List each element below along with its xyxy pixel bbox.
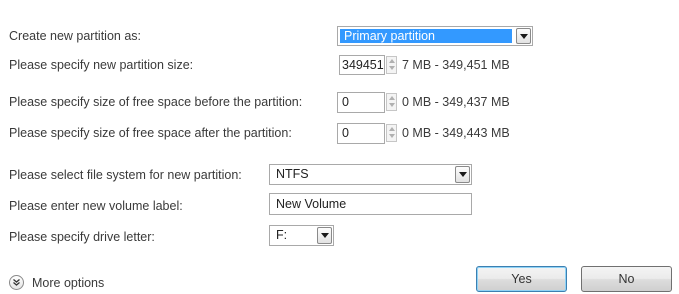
drive-letter-value: F: [276, 228, 288, 242]
space-after-spinner-icon[interactable] [386, 124, 397, 142]
drive-letter-select[interactable]: F: [269, 225, 334, 246]
no-button[interactable]: No [581, 266, 672, 292]
partition-size-range: 7 MB - 349,451 MB [402, 58, 510, 72]
space-before-input[interactable]: 0 [337, 92, 385, 113]
dropdown-arrow-icon[interactable] [455, 166, 470, 183]
partition-size-label: Please specify new partition size: [9, 58, 194, 72]
double-chevron-down-icon[interactable] [9, 275, 24, 290]
dropdown-arrow-icon[interactable] [317, 227, 332, 244]
partition-type-select[interactable]: Primary partition [337, 26, 533, 46]
space-before-spinner-icon[interactable] [386, 93, 397, 111]
space-before-range: 0 MB - 349,437 MB [402, 95, 510, 109]
file-system-select[interactable]: NTFS [269, 164, 472, 185]
file-system-label: Please select file system for new partit… [9, 168, 242, 182]
space-after-value: 0 [342, 126, 349, 140]
volume-label-value: New Volume [276, 197, 347, 211]
space-before-label: Please specify size of free space before… [9, 95, 303, 109]
space-before-value: 0 [342, 95, 349, 109]
partition-size-spinner-icon[interactable] [386, 56, 397, 74]
dropdown-arrow-icon[interactable] [516, 28, 531, 44]
partition-type-label: Create new partition as: [9, 29, 142, 43]
space-after-input[interactable]: 0 [337, 123, 385, 144]
space-after-range: 0 MB - 349,443 MB [402, 126, 510, 140]
volume-label-label: Please enter new volume label: [9, 199, 183, 213]
volume-label-input[interactable]: New Volume [269, 193, 472, 215]
yes-button[interactable]: Yes [476, 266, 567, 292]
more-options-link[interactable]: More options [32, 276, 104, 290]
partition-size-input[interactable]: 349451 [339, 55, 385, 75]
space-after-label: Please specify size of free space after … [9, 126, 292, 140]
partition-type-value: Primary partition [344, 29, 435, 43]
drive-letter-label: Please specify drive letter: [9, 230, 155, 244]
partition-size-value: 349451 [342, 58, 384, 72]
file-system-value: NTFS [276, 167, 309, 181]
